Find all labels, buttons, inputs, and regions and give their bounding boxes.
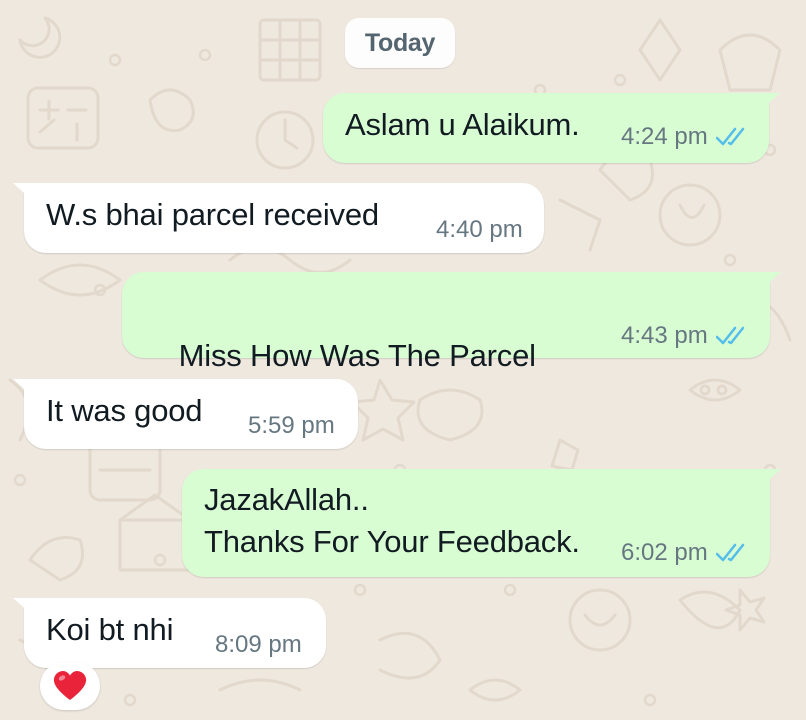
- message-text: Aslam u Alaikum.: [345, 107, 580, 142]
- bubble-tail: [13, 379, 31, 395]
- double-check-read-icon: [715, 326, 744, 345]
- message-text: W.s bhai parcel received: [46, 197, 379, 232]
- message-time: 5:59 pm: [248, 412, 335, 439]
- bubble-tail: [762, 93, 780, 109]
- message-time: 8:09 pm: [215, 631, 302, 658]
- double-check-read-icon: [715, 543, 744, 562]
- message-text-line2: Thanks For Your Feedback.: [204, 524, 580, 559]
- message-bubble-incoming[interactable]: W.s bhai parcel received 4:40 pm: [13, 183, 544, 253]
- bubble-tail: [763, 469, 781, 485]
- bubble-tail: [13, 183, 31, 199]
- date-divider-label: Today: [364, 28, 436, 57]
- message-meta: 4:43 pm: [621, 322, 747, 350]
- date-divider-chip: Today: [345, 18, 455, 68]
- message-reaction[interactable]: [40, 662, 100, 710]
- message-text: JazakAllah..: [204, 482, 369, 517]
- message-meta: 5:59 pm: [248, 412, 335, 440]
- double-check-read-icon: [715, 127, 744, 146]
- message-text: Miss How Was The Parcel: [178, 338, 536, 373]
- message-text: It was good: [46, 393, 203, 428]
- bubble-tail: [763, 272, 781, 288]
- message-bubble-incoming[interactable]: It was good 5:59 pm: [13, 379, 358, 449]
- message-time: 4:40 pm: [436, 216, 523, 243]
- message-bubble-incoming[interactable]: Koi bt nhi 8:09 pm: [13, 598, 326, 668]
- message-time: 4:24 pm: [621, 123, 708, 150]
- message-meta: 8:09 pm: [215, 631, 302, 659]
- message-bubble-outgoing[interactable]: Aslam u Alaikum. 4:24 pm: [323, 93, 780, 163]
- message-time: 4:43 pm: [621, 322, 708, 349]
- bubble-tail: [13, 598, 31, 614]
- message-text: Koi bt nhi: [46, 612, 174, 647]
- message-bubble-outgoing[interactable]: JazakAllah.. Thanks For Your Feedback. 6…: [182, 469, 781, 577]
- message-meta: 6:02 pm: [621, 539, 747, 567]
- message-bubble-outgoing[interactable]: Miss How Was The Parcel ? 4:43 pm: [122, 272, 781, 417]
- message-time: 6:02 pm: [621, 539, 708, 566]
- message-meta: 4:40 pm: [436, 216, 523, 244]
- message-meta: 4:24 pm: [621, 123, 747, 151]
- red-heart-icon: [53, 671, 87, 700]
